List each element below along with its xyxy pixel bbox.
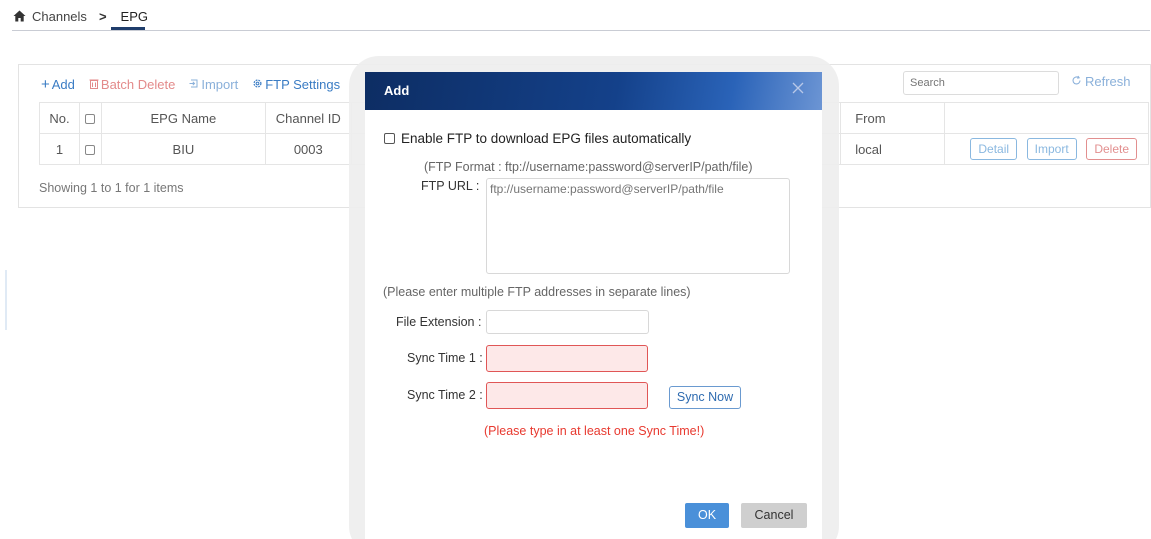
ftp-settings-label: FTP Settings	[265, 76, 341, 92]
cell-from: local	[840, 133, 946, 165]
add-label: Add	[51, 76, 75, 92]
detail-button[interactable]: Detail	[970, 138, 1018, 160]
cancel-button[interactable]: Cancel	[741, 503, 807, 528]
sync-time-warning: (Please type in at least one Sync Time!)	[484, 424, 705, 438]
cell-epg-name: BIU	[100, 133, 266, 165]
row-delete-button[interactable]: Delete	[1086, 138, 1137, 160]
breadcrumb: Channels > EPG	[12, 5, 150, 27]
refresh-icon	[1071, 74, 1082, 89]
search-input[interactable]	[903, 71, 1059, 95]
breadcrumb-separator: >	[98, 8, 107, 24]
row-import-button[interactable]: Import	[1026, 138, 1077, 160]
row-checkbox[interactable]	[85, 145, 96, 156]
import-label: Import	[201, 76, 239, 92]
breadcrumb-current: EPG	[120, 8, 148, 24]
sync-time-2-field[interactable]	[486, 382, 648, 409]
header-divider	[12, 30, 1150, 31]
toolbar: + Add Batch Delete Import FTP Settings	[41, 73, 340, 95]
sync-time-1-label: Sync Time 1 :	[407, 351, 483, 365]
breadcrumb-channels[interactable]: Channels	[32, 9, 87, 24]
column-from: From	[840, 102, 946, 134]
batch-delete-label: Batch Delete	[100, 76, 176, 92]
cell-select[interactable]	[78, 133, 102, 165]
sync-now-button[interactable]: Sync Now	[669, 386, 741, 409]
select-all-checkbox[interactable]	[85, 114, 96, 125]
column-channel-id-label: Channel ID	[275, 110, 341, 126]
cell-channel-id: 0003	[264, 133, 352, 165]
batch-delete-button[interactable]: Batch Delete	[89, 77, 175, 92]
cell-actions: Detail Import Delete	[944, 133, 1149, 165]
file-extension-label: File Extension :	[396, 315, 482, 329]
file-extension-field[interactable]	[486, 310, 649, 334]
close-icon[interactable]	[792, 82, 806, 96]
pagination-info: Showing 1 to 1 for 1 items	[39, 181, 184, 195]
column-epg-name[interactable]: EPG Name	[100, 102, 266, 134]
add-ftp-dialog: Add Enable FTP to download EPG files aut…	[365, 72, 822, 539]
column-actions	[944, 102, 1149, 134]
home-icon[interactable]	[12, 9, 26, 23]
sync-time-1-field[interactable]	[486, 345, 648, 372]
trash-icon	[89, 77, 99, 92]
refresh-button[interactable]: Refresh	[1071, 74, 1131, 89]
ftp-settings-button[interactable]: FTP Settings	[252, 77, 340, 92]
column-select-all[interactable]	[78, 102, 102, 134]
column-channel-id[interactable]: Channel ID	[264, 102, 352, 134]
dialog-header: Add	[365, 72, 822, 110]
column-no: No.	[39, 102, 80, 134]
gear-icon	[252, 77, 263, 92]
enable-ftp-checkbox[interactable]	[384, 133, 395, 144]
enable-ftp-row[interactable]: Enable FTP to download EPG files automat…	[384, 131, 691, 146]
left-edge-marker	[5, 270, 7, 330]
multi-ftp-note: (Please enter multiple FTP addresses in …	[383, 285, 691, 299]
ftp-url-label: FTP URL :	[421, 179, 480, 193]
cell-no: 1	[39, 133, 80, 165]
add-button[interactable]: + Add	[41, 77, 75, 92]
enable-ftp-label: Enable FTP to download EPG files automat…	[401, 131, 692, 146]
refresh-label: Refresh	[1085, 74, 1131, 89]
sync-time-2-label: Sync Time 2 :	[407, 388, 483, 402]
dialog-title: Add	[384, 83, 410, 98]
ok-button[interactable]: OK	[685, 503, 729, 528]
ftp-format-hint: (FTP Format : ftp://username:password@se…	[424, 160, 753, 174]
import-button[interactable]: Import	[189, 77, 238, 92]
import-icon	[189, 77, 199, 92]
ftp-url-field[interactable]	[486, 178, 790, 274]
plus-icon: +	[41, 75, 50, 93]
